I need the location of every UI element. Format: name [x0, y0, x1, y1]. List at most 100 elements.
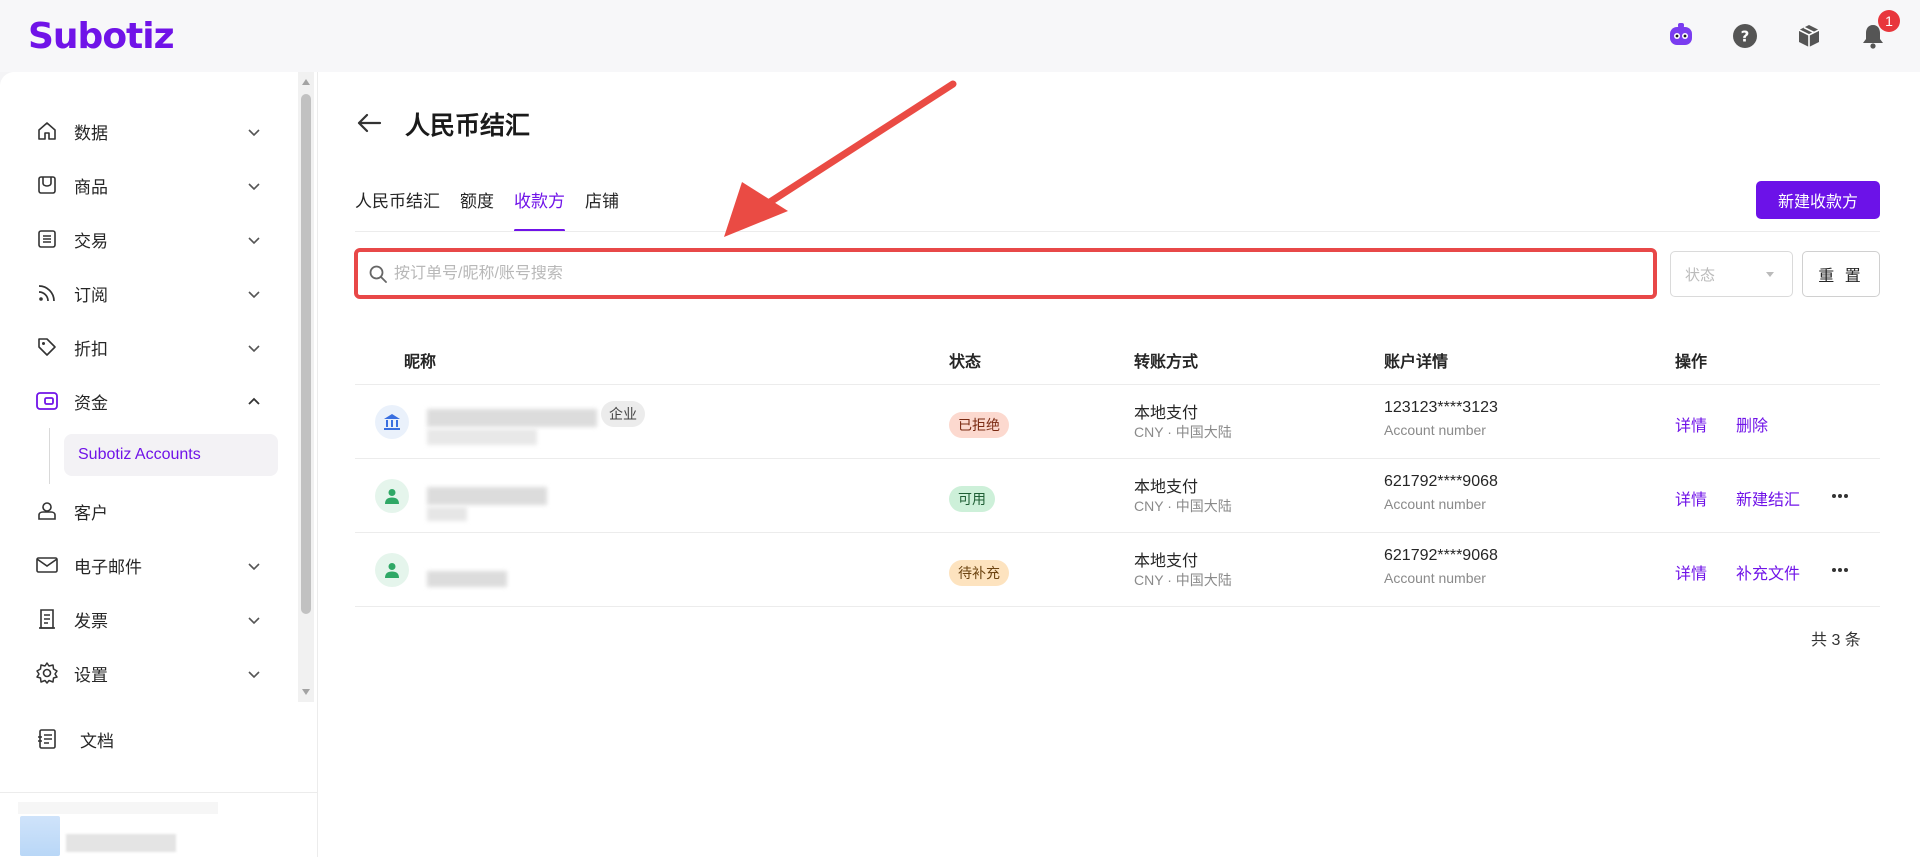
sidebar-item-label: 客户: [74, 503, 108, 523]
details-link[interactable]: 详情: [1675, 486, 1707, 510]
scrollbar-thumb[interactable]: [301, 94, 311, 614]
delete-link[interactable]: 删除: [1736, 412, 1768, 436]
app-logo[interactable]: Subotiz: [28, 16, 175, 57]
chevron-down-icon: [248, 129, 260, 137]
nickname-blurred: [427, 429, 537, 445]
main-content: 人民币结汇 人民币结汇 额度 收款方 店铺 新建收款方 状态 重 置 昵称 状态…: [318, 72, 1920, 857]
caret-down-icon: [1766, 272, 1774, 277]
chevron-down-icon: [248, 183, 260, 191]
document-icon: [34, 726, 60, 752]
package-icon[interactable]: [1792, 19, 1826, 53]
status-select-placeholder: 状态: [1685, 266, 1716, 284]
tabs-divider: [355, 231, 1880, 232]
sidebar-scrollbar[interactable]: [298, 72, 314, 702]
sidebar-item-settings[interactable]: 设置: [0, 646, 300, 700]
sidebar-subitem-subotiz-accounts[interactable]: Subotiz Accounts: [64, 434, 278, 476]
top-icons: ? 1: [1664, 10, 1900, 53]
search-icon: [369, 265, 387, 283]
account-number: 621792****9068: [1384, 473, 1498, 490]
person-icon: [385, 563, 399, 578]
column-header-actions: 操作: [1675, 354, 1708, 371]
wallet-icon: [34, 388, 60, 414]
new-payee-button[interactable]: 新建收款方: [1756, 181, 1880, 219]
gear-icon: [34, 660, 60, 686]
chevron-down-icon: [248, 671, 260, 679]
sidebar-subnav: Subotiz Accounts: [0, 428, 300, 484]
column-header-account-details: 账户详情: [1384, 354, 1449, 371]
back-arrow-icon[interactable]: [354, 108, 384, 138]
account-label: Account number: [1384, 496, 1486, 512]
details-link[interactable]: 详情: [1675, 560, 1707, 584]
tab-cny-exchange[interactable]: 人民币结汇: [355, 187, 440, 232]
tab-quota[interactable]: 额度: [460, 187, 494, 232]
chevron-down-icon: [248, 617, 260, 625]
bank-icon: [384, 414, 400, 430]
sidebar-item-subscriptions[interactable]: 订阅: [0, 266, 300, 320]
tab-stores[interactable]: 店铺: [585, 187, 619, 232]
more-actions-icon[interactable]: [1828, 559, 1852, 581]
status-badge: 待补充: [949, 560, 1009, 586]
user-blurred-area: [18, 802, 218, 814]
page-title: 人民币结汇: [405, 112, 531, 140]
status-badge: 已拒绝: [949, 412, 1009, 438]
user-icon: [34, 498, 60, 524]
chevron-down-icon: [248, 291, 260, 299]
svg-text:?: ?: [1741, 28, 1750, 46]
new-exchange-link[interactable]: 新建结汇: [1736, 486, 1800, 510]
sidebar-item-funds[interactable]: 资金: [0, 374, 300, 428]
transfer-method: 本地支付: [1134, 553, 1199, 570]
account-number: 621792****9068: [1384, 547, 1498, 564]
total-count: 共 3 条: [1811, 632, 1861, 649]
person-icon: [385, 489, 399, 504]
transfer-method: 本地支付: [1134, 405, 1199, 422]
sidebar-item-label: 设置: [74, 665, 108, 685]
avatar: [20, 816, 60, 856]
notification-bell-icon[interactable]: 1: [1856, 10, 1900, 53]
home-icon: [34, 118, 60, 144]
transfer-method-sub: CNY · 中国大陆: [1134, 424, 1232, 440]
tabs: 人民币结汇 额度 收款方 店铺: [355, 187, 619, 232]
user-profile[interactable]: [18, 802, 218, 856]
scroll-up-icon[interactable]: [300, 76, 312, 88]
sidebar-item-customers[interactable]: 客户: [0, 484, 300, 538]
help-icon[interactable]: ?: [1728, 19, 1762, 53]
more-actions-icon[interactable]: [1828, 485, 1852, 507]
tag-icon: [34, 334, 60, 360]
scroll-down-icon[interactable]: [300, 686, 312, 698]
row-avatar: [375, 553, 409, 587]
row-avatar: [375, 405, 409, 439]
nickname-blurred: [427, 571, 507, 587]
transfer-method-sub: CNY · 中国大陆: [1134, 498, 1232, 514]
sidebar-item-label: 折扣: [74, 339, 108, 359]
reset-button[interactable]: 重 置: [1802, 251, 1880, 297]
sidebar-item-discounts[interactable]: 折扣: [0, 320, 300, 374]
details-link[interactable]: 详情: [1675, 412, 1707, 436]
sidebar-item-data[interactable]: 数据: [0, 104, 300, 158]
transfer-method-sub: CNY · 中国大陆: [1134, 572, 1232, 588]
sidebar-item-label: 发票: [74, 611, 108, 631]
supplement-files-link[interactable]: 补充文件: [1736, 560, 1800, 584]
row-avatar: [375, 479, 409, 513]
sidebar-item-label: 数据: [74, 123, 108, 143]
sidebar-item-transactions[interactable]: 交易: [0, 212, 300, 266]
chevron-down-icon: [248, 345, 260, 353]
chevron-up-icon: [248, 397, 260, 405]
sidebar-item-docs[interactable]: 文档: [0, 712, 300, 766]
column-header-nickname: 昵称: [404, 354, 437, 371]
user-name-blurred: [66, 834, 176, 852]
mail-icon: [34, 552, 60, 578]
table-header: 昵称 状态 转账方式 账户详情 操作: [355, 330, 1880, 385]
sidebar-item-label: 商品: [74, 177, 108, 197]
status-select[interactable]: 状态: [1670, 251, 1793, 297]
search-input[interactable]: [394, 264, 1653, 283]
chevron-down-icon: [248, 237, 260, 245]
search-box[interactable]: [354, 248, 1657, 299]
sidebar-item-email[interactable]: 电子邮件: [0, 538, 300, 592]
sidebar-item-products[interactable]: 商品: [0, 158, 300, 212]
table-row: 可用 本地支付 CNY · 中国大陆 621792****9068 Accoun…: [355, 459, 1880, 533]
top-bar: Subotiz ? 1: [0, 0, 1920, 72]
assistant-bot-icon[interactable]: [1664, 19, 1698, 53]
tab-payees[interactable]: 收款方: [514, 187, 565, 232]
sidebar-item-invoices[interactable]: 发票: [0, 592, 300, 646]
sidebar-item-label: 资金: [74, 393, 108, 413]
